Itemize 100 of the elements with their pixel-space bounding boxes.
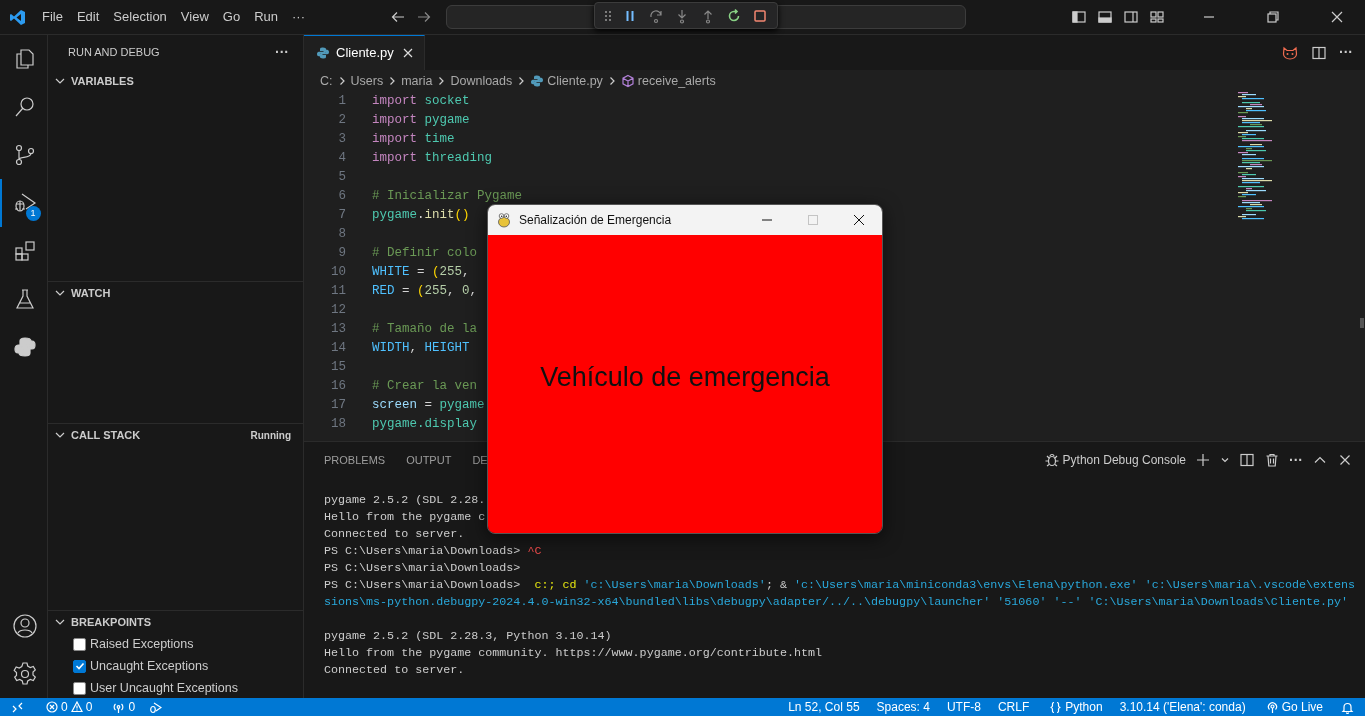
panel-tab[interactable]: DE [472,451,488,469]
debug-run-icon[interactable] [12,191,37,215]
split-panel-icon[interactable] [1239,452,1255,468]
more-actions[interactable]: ··· [275,42,289,63]
terminal-line: Hello from the pygame community. https://www.pygame.org/contribute.html [324,646,822,660]
account-icon[interactable] [11,613,38,639]
close-icon[interactable] [1329,9,1345,25]
line-number: 16 [330,378,346,395]
checkbox[interactable] [73,681,86,695]
logo-icon [9,8,26,26]
line-number: 15 [330,359,346,376]
status-item[interactable]: Ln 52, Col 55 [781,698,867,716]
split-editor-icon[interactable] [1311,44,1327,61]
breakpoint-label: Uncaught Exceptions [90,657,209,675]
checkbox[interactable] [73,659,86,673]
problems-indicator[interactable]: 0 0 [39,698,100,716]
terminal-line: pygame 2.5.2 (SDL 2.28. [324,493,486,507]
debug-run-icon [149,700,163,714]
status-item[interactable]: Python [1042,698,1110,716]
secondary-sidebar-icon[interactable] [1123,9,1139,25]
breadcrumb-item[interactable]: C: [320,71,333,91]
code-line: import pygame [372,112,470,129]
trash-icon[interactable] [1264,452,1280,468]
cube-icon [620,74,635,88]
more-actions[interactable]: ··· [1289,449,1303,471]
breadcrumb-item[interactable]: Cliente.py [547,71,603,91]
status-label: Running [250,428,291,443]
checkbox[interactable] [73,637,86,651]
grip-icon[interactable] [604,8,612,23]
panel-tab[interactable]: OUTPUT [406,451,452,469]
status-item[interactable]: Go Live [1258,698,1330,716]
alert-message: Vehículo de emergencia [540,360,830,394]
snake-icon [496,212,512,228]
forward-arrow-icon[interactable] [416,9,432,25]
stop-icon[interactable] [752,7,768,24]
status-item[interactable]: Spaces: 4 [869,698,937,716]
code-line: WHITE = (255, [372,264,471,281]
line-number: 3 [337,131,346,148]
line-number: 12 [330,302,346,319]
close-icon[interactable] [853,214,865,226]
breadcrumb-item[interactable]: receive_alerts [637,71,716,91]
menu-item[interactable]: File [35,7,70,27]
bug-icon [1043,452,1060,468]
status-item[interactable]: 3.10.14 ('Elena': conda) [1112,698,1253,716]
breadcrumb-item[interactable]: Users [350,71,384,91]
blocks-icon[interactable] [12,239,37,263]
breadcrumb-item[interactable]: maria [401,71,433,91]
code-line: pygame.display [372,416,478,433]
more-actions[interactable]: ··· [1339,42,1353,63]
line-number: 17 [330,397,346,414]
bell-icon[interactable] [1341,700,1354,714]
breakpoint-label: User Uncaught Exceptions [90,679,238,697]
terminal-line: pygame 2.5.2 (SDL 2.28.3, Python 3.10.14) [324,629,612,643]
section-header[interactable]: VARIABLES [71,72,134,90]
code-line: # Definir colo [372,245,478,262]
code-line: # Tamaño de la [372,321,478,338]
ports-indicator[interactable]: 0 [105,698,143,716]
restart-icon[interactable] [726,7,742,24]
menu-item[interactable]: ··· [285,7,312,27]
sidebar-title: RUN AND DEBUG [68,45,160,61]
panel-tab[interactable]: PROBLEMS [324,451,386,469]
back-arrow-icon[interactable] [390,9,406,25]
remote-icon [11,700,24,714]
breakpoint-label: Raised Exceptions [90,635,194,653]
restore-icon[interactable] [1265,9,1281,25]
status-item[interactable]: UTF-8 [939,698,988,716]
layout-icon[interactable] [1149,9,1165,25]
line-number: 6 [337,188,346,205]
warning-icon [70,701,83,713]
python-icon[interactable] [12,335,37,359]
menu-item[interactable]: Go [215,7,248,27]
line-number: 10 [330,264,346,281]
chevron-down-icon[interactable] [1220,455,1230,465]
breadcrumb-item[interactable]: Downloads [450,71,513,91]
terminal-line: Connected to server. [324,527,465,541]
terminal-line: PS C:\Users\maria\Downloads> ^C [324,544,542,558]
terminal-line: Connected to server. [324,663,465,677]
panel-toggle-icon[interactable] [1097,9,1113,25]
settings-icon[interactable] [11,661,38,687]
menu-item[interactable]: Selection [106,7,174,27]
section-header[interactable]: BREAKPOINTS [71,613,152,631]
terminal-line: PS C:\Users\maria\Downloads> [324,561,521,575]
plus-icon[interactable] [1195,452,1211,468]
console-name[interactable]: Python Debug Console [1062,451,1186,469]
code-line: import threading [372,150,493,167]
status-item[interactable]: CRLF [990,698,1037,716]
step-over-icon[interactable] [648,7,664,24]
sidebar-toggle-icon[interactable] [1071,9,1087,25]
menu-item[interactable]: View [173,7,216,27]
error-icon [46,701,58,713]
section-header[interactable]: CALL STACK [71,426,141,444]
menu-item[interactable]: Edit [69,7,107,27]
section-header[interactable]: WATCH [71,284,111,302]
menu-item[interactable]: Run [247,7,285,27]
python-file-icon [316,46,330,60]
line-number: 2 [337,112,346,129]
terminal-line: PS C:\Users\maria\Downloads> c:; cd 'c:\Users\maria\Downloads'; & 'c:\Users\maria\miniconda3\envs\Elena\python.exe' 'c:\Users\maria\.vscode\extens [324,578,1356,592]
code-line: screen = pygame [372,397,485,414]
code-line: # Crear la ven [372,378,478,395]
editor-tab[interactable]: Cliente.py [304,35,425,70]
